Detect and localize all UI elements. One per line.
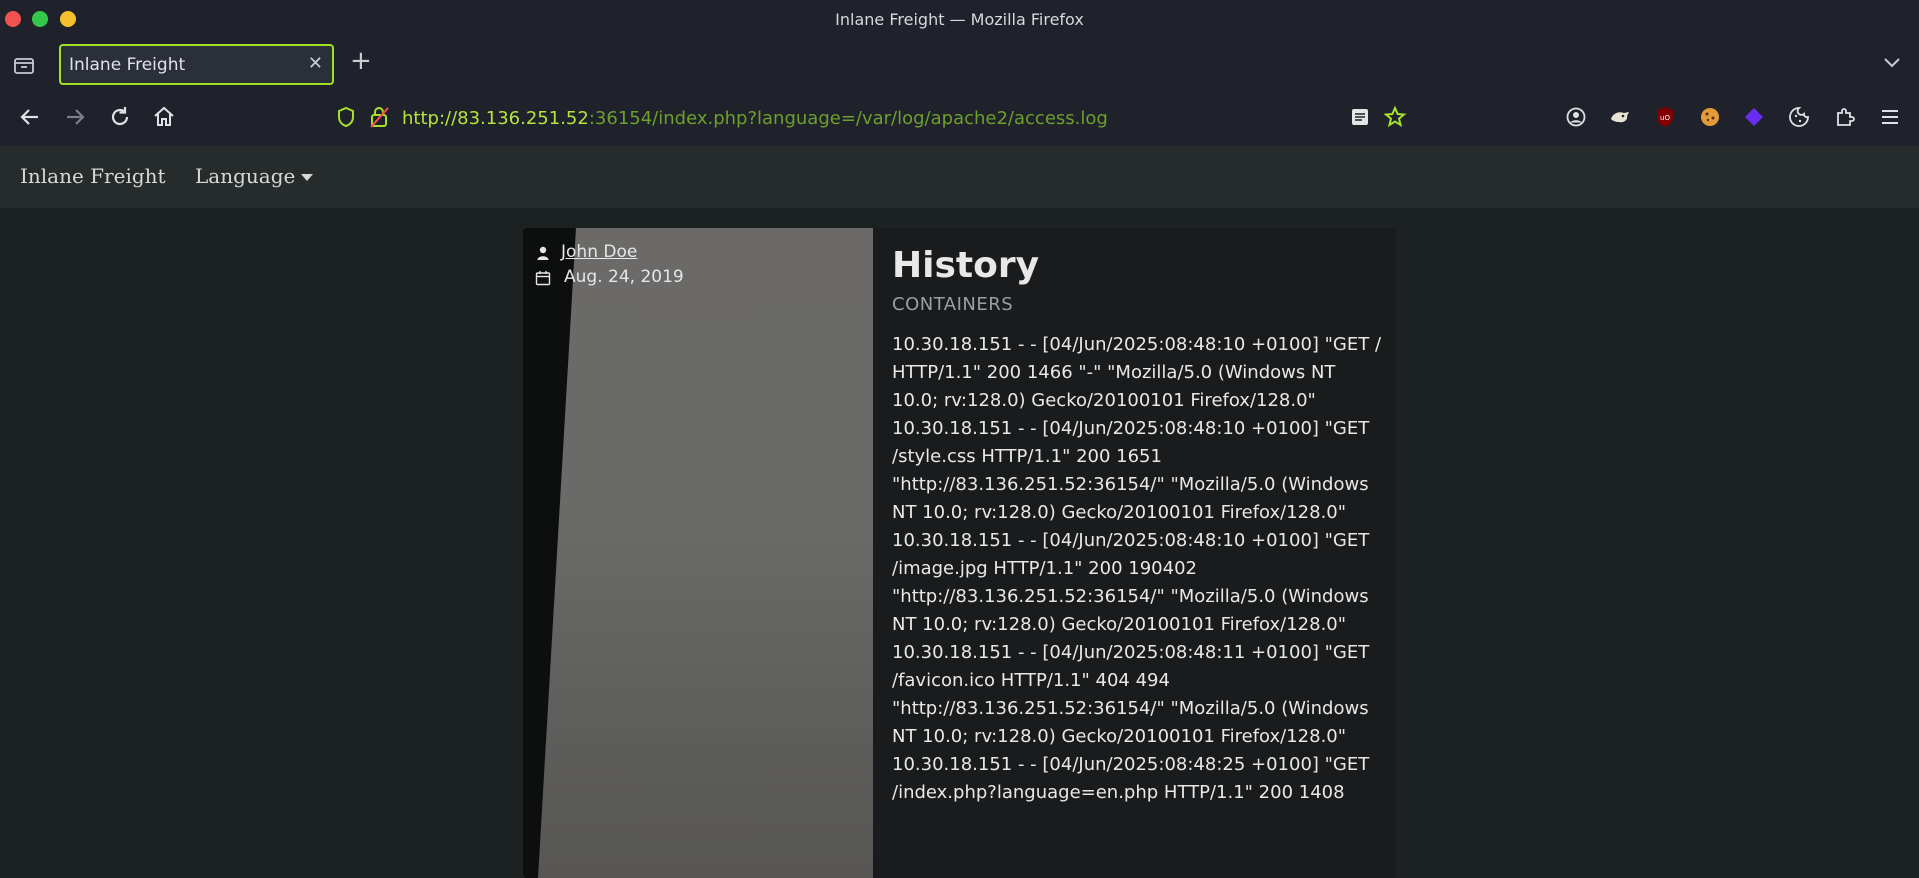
account-icon[interactable] [1564, 105, 1588, 129]
page-content: Inlane Freight Language John Doe Aug. 24… [0, 146, 1919, 878]
article-card: John Doe Aug. 24, 2019 History CONTAINER… [523, 228, 1396, 878]
window-title: Inlane Freight — Mozilla Firefox [835, 10, 1084, 29]
user-icon [537, 246, 549, 260]
reader-view-icon[interactable] [1348, 105, 1372, 129]
extension-badger-icon[interactable] [1608, 105, 1632, 129]
tab-label: Inlane Freight [69, 55, 186, 75]
caret-down-icon [301, 174, 314, 181]
close-icon[interactable]: ✕ [308, 53, 323, 74]
language-dropdown[interactable]: Language [195, 164, 314, 188]
tab-inlane-freight[interactable]: Inlane Freight ✕ [59, 44, 334, 85]
url-host: http://83.136.251.52 [402, 108, 589, 129]
article-date: Aug. 24, 2019 [564, 267, 684, 287]
insecure-lock-icon[interactable] [368, 105, 390, 129]
author-link[interactable]: John Doe [561, 242, 637, 262]
url-path: :36154/index.php?language=/var/log/apach… [588, 108, 1108, 129]
language-dropdown-label: Language [195, 164, 296, 188]
navigation-toolbar: http://83.136.251.52:36154/index.php?lan… [0, 88, 1919, 146]
calendar-icon [535, 271, 551, 286]
reload-icon[interactable] [106, 103, 134, 131]
window-titlebar: Inlane Freight — Mozilla Firefox [0, 0, 1919, 42]
cookie-icon[interactable] [1787, 105, 1811, 129]
tab-strip: Inlane Freight ✕ + [0, 42, 1919, 88]
included-log-content: 10.30.18.151 - - [04/Jun/2025:08:48:10 +… [892, 334, 1382, 803]
hamburger-menu-icon[interactable] [1878, 105, 1902, 129]
forward-arrow-icon[interactable] [61, 103, 89, 131]
shield-icon[interactable] [336, 106, 356, 128]
url-text[interactable]: http://83.136.251.52:36154/index.php?lan… [402, 108, 1108, 129]
site-brand-link[interactable]: Inlane Freight [20, 164, 166, 188]
ublock-icon[interactable]: uO [1653, 105, 1677, 129]
chevron-down-icon[interactable] [1882, 52, 1902, 72]
url-bar[interactable]: http://83.136.251.52:36154/index.php?lan… [330, 97, 1430, 137]
article-photo [538, 228, 873, 878]
article-subtitle: CONTAINERS [892, 294, 1014, 315]
site-navbar: Inlane Freight Language [0, 146, 1919, 208]
article-body: History CONTAINERS 10.30.18.151 - - [04/… [892, 242, 1387, 807]
home-icon[interactable] [150, 103, 178, 131]
article-title: History [892, 245, 1040, 286]
svg-text:uO: uO [1660, 114, 1670, 122]
back-arrow-icon[interactable] [16, 103, 44, 131]
extensions-puzzle-icon[interactable] [1833, 105, 1857, 129]
article-image: John Doe Aug. 24, 2019 [523, 228, 873, 878]
new-tab-button[interactable]: + [350, 48, 372, 74]
cookie-extension-icon[interactable] [1698, 105, 1722, 129]
tab-list-icon[interactable] [13, 54, 35, 76]
gem-extension-icon[interactable] [1742, 105, 1766, 129]
bookmark-star-icon[interactable] [1383, 105, 1407, 129]
